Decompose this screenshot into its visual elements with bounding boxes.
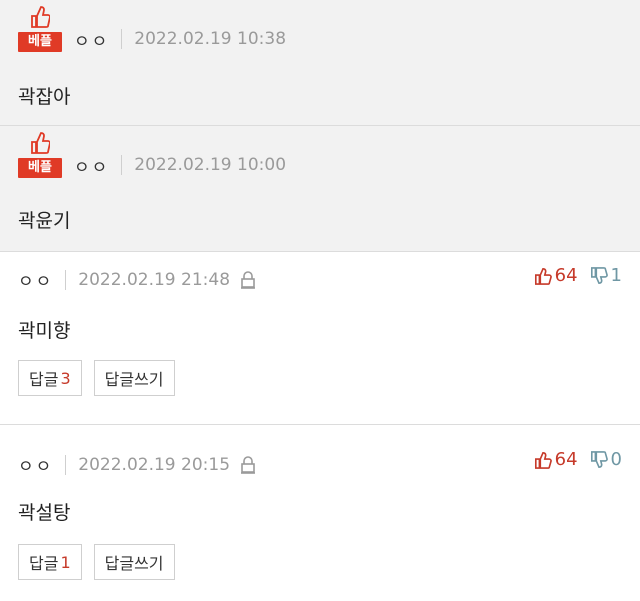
divider xyxy=(65,269,67,290)
dislike-button[interactable]: 0 xyxy=(590,449,622,470)
dislike-count: 1 xyxy=(610,265,622,286)
comment-meta: 베플 ㅇㅇ 2022.02.19 10:00 xyxy=(18,132,287,178)
comment-buttons: 답글 1 답글쓰기 xyxy=(18,544,187,580)
like-button[interactable]: 64 xyxy=(534,449,578,470)
reply-count: 1 xyxy=(60,552,71,572)
dislike-button[interactable]: 1 xyxy=(590,265,622,286)
thumbs-up-icon xyxy=(31,6,50,28)
replies-label: 답글 xyxy=(29,370,59,389)
like-button[interactable]: 64 xyxy=(534,265,578,286)
lock-icon xyxy=(241,270,256,289)
divider xyxy=(121,155,123,175)
comment-buttons: 답글 3 답글쓰기 xyxy=(18,360,187,396)
vote-area: 64 1 xyxy=(534,265,622,286)
best-badge-label: 베플 xyxy=(18,32,62,52)
write-reply-button[interactable]: 답글쓰기 xyxy=(93,544,175,580)
comment-author[interactable]: ㅇㅇ xyxy=(18,452,53,477)
thumbs-down-icon xyxy=(590,266,608,284)
comment-author[interactable]: ㅇㅇ xyxy=(18,267,53,292)
lock-icon xyxy=(241,455,256,474)
comment-meta: ㅇㅇ 2022.02.19 21:48 xyxy=(18,267,256,292)
replies-label: 답글 xyxy=(29,554,59,573)
best-comment-2: 베플 ㅇㅇ 2022.02.19 10:00 곽윤기 xyxy=(0,126,640,252)
comment-date: 2022.02.19 10:00 xyxy=(134,155,287,175)
comment-date: 2022.02.19 10:38 xyxy=(134,29,287,49)
vote-area: 64 0 xyxy=(534,449,622,470)
write-reply-button[interactable]: 답글쓰기 xyxy=(93,360,175,396)
thumbs-up-icon xyxy=(534,267,552,285)
comment-text: 곽잡아 xyxy=(18,86,71,108)
best-badge: 베플 xyxy=(18,6,62,52)
comment-text: 곽미향 xyxy=(18,320,71,342)
best-badge: 베플 xyxy=(18,132,62,178)
comment-date: 2022.02.19 20:15 xyxy=(78,454,231,475)
thumbs-down-icon xyxy=(590,450,608,468)
divider xyxy=(65,454,67,475)
divider xyxy=(121,29,123,49)
dislike-count: 0 xyxy=(610,449,622,470)
comment-author[interactable]: ㅇㅇ xyxy=(74,153,109,178)
thumbs-up-icon xyxy=(534,451,552,469)
comment-meta: ㅇㅇ 2022.02.19 20:15 xyxy=(18,452,256,477)
comment-author[interactable]: ㅇㅇ xyxy=(74,27,109,52)
thumbs-up-icon xyxy=(31,132,50,154)
best-comment-1: 베플 ㅇㅇ 2022.02.19 10:38 곽잡아 xyxy=(0,0,640,126)
like-count: 64 xyxy=(554,449,578,470)
comment-3: ㅇㅇ 2022.02.19 21:48 64 1 곽미향 답글 3 답글쓰기 xyxy=(0,252,640,425)
comment-meta: 베플 ㅇㅇ 2022.02.19 10:38 xyxy=(18,6,287,52)
comment-text: 곽윤기 xyxy=(18,210,71,232)
reply-count: 3 xyxy=(60,368,71,388)
like-count: 64 xyxy=(554,265,578,286)
comment-4: ㅇㅇ 2022.02.19 20:15 64 0 곽설탕 답글 1 답글쓰기 xyxy=(0,426,640,601)
best-badge-label: 베플 xyxy=(18,158,62,178)
comment-date: 2022.02.19 21:48 xyxy=(78,269,231,290)
comment-text: 곽설탕 xyxy=(18,502,71,524)
replies-button[interactable]: 답글 3 xyxy=(18,360,82,396)
replies-button[interactable]: 답글 1 xyxy=(18,544,82,580)
